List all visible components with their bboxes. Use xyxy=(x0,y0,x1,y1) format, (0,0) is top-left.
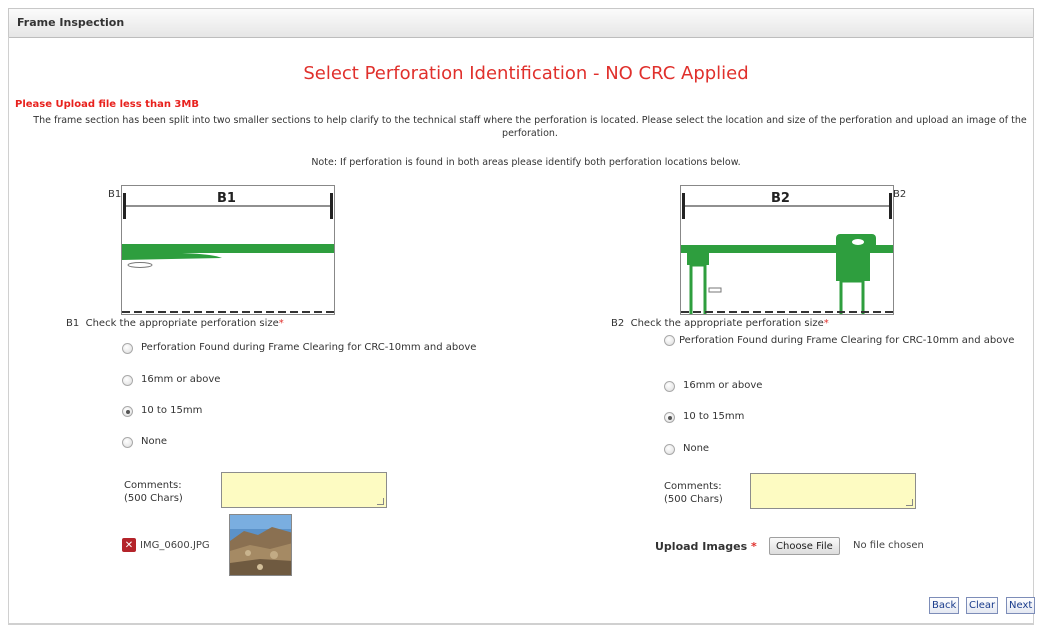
b1-option-16mm-label: 16mm or above xyxy=(141,374,221,385)
b2-frame-drawing: B2 xyxy=(681,191,893,314)
b1-required-marker: * xyxy=(278,318,284,329)
b2-comments-textarea[interactable] xyxy=(750,473,916,509)
b1-diagram-label: B1 xyxy=(217,191,236,206)
b2-frame-diagram: B2 xyxy=(680,185,894,315)
b1-frame-drawing: B1 xyxy=(122,191,334,313)
b2-size-prompt: B2 Check the appropriate perforation siz… xyxy=(611,318,829,329)
b2-option-16mm-label: 16mm or above xyxy=(683,380,763,391)
b2-required-marker: * xyxy=(823,318,829,329)
radio-button[interactable] xyxy=(664,444,675,455)
instructions-text: The frame section has been split into tw… xyxy=(33,115,1027,139)
no-file-chosen-text: No file chosen xyxy=(853,540,924,551)
panel-title: Frame Inspection xyxy=(17,16,125,29)
radio-button-selected[interactable] xyxy=(122,406,133,417)
b1-prompt-prefix: B1 xyxy=(66,318,80,329)
radio-button[interactable] xyxy=(664,381,675,392)
b1-option-none[interactable]: None xyxy=(122,436,167,448)
choose-file-button[interactable]: Choose File xyxy=(769,537,840,555)
b2-option-10-15mm[interactable]: 10 to 15mm xyxy=(664,411,744,423)
b2-option-crc[interactable]: Perforation Found during Frame Clearing … xyxy=(664,334,1034,348)
b1-option-10-15mm[interactable]: 10 to 15mm xyxy=(122,405,202,417)
b2-option-10-15mm-label: 10 to 15mm xyxy=(683,411,745,422)
note-text: Note: If perforation is found in both ar… xyxy=(311,157,741,168)
b1-option-16mm[interactable]: 16mm or above xyxy=(122,374,220,386)
radio-button[interactable] xyxy=(664,335,675,346)
b1-option-10-15mm-label: 10 to 15mm xyxy=(141,405,203,416)
b1-comments-limit: (500 Chars) xyxy=(124,493,183,504)
b2-upload-images-label: Upload Images * xyxy=(655,540,757,553)
b2-option-crc-label: Perforation Found during Frame Clearing … xyxy=(679,335,1015,346)
b2-option-16mm[interactable]: 16mm or above xyxy=(664,380,762,392)
b1-option-crc-label: Perforation Found during Frame Clearing … xyxy=(141,342,477,353)
b1-size-prompt: B1 Check the appropriate perforation siz… xyxy=(66,318,284,329)
b1-corner-label: B1 xyxy=(108,189,122,200)
upload-images-text: Upload Images xyxy=(655,540,748,553)
b2-corner-label: B2 xyxy=(893,189,907,200)
thumbnail-image xyxy=(230,515,291,575)
clear-button[interactable]: Clear xyxy=(966,597,999,614)
b2-prompt-text: Check the appropriate perforation size xyxy=(630,318,824,329)
panel-header: Frame Inspection xyxy=(8,8,1034,38)
delete-file-icon[interactable]: ✕ xyxy=(122,538,136,552)
b2-option-none[interactable]: None xyxy=(664,443,709,455)
panel-bottom-border xyxy=(8,624,1034,625)
b1-comments-textarea[interactable] xyxy=(221,472,387,508)
back-button[interactable]: Back xyxy=(929,597,960,614)
radio-button[interactable] xyxy=(122,437,133,448)
upload-required-marker: * xyxy=(750,540,757,553)
b1-uploaded-image-thumbnail[interactable] xyxy=(229,514,292,576)
b1-prompt-text: Check the appropriate perforation size xyxy=(85,318,279,329)
upload-size-warning: Please Upload file less than 3MB xyxy=(15,99,199,110)
b2-comments-label: Comments: (500 Chars) xyxy=(664,480,723,506)
b1-uploaded-file: ✕ IMG_0600.JPG xyxy=(122,538,210,552)
page-title: Select Perforation Identification - NO C… xyxy=(303,63,749,84)
b2-prompt-prefix: B2 xyxy=(611,318,625,329)
b1-comments-title: Comments: xyxy=(124,480,182,491)
radio-button-selected[interactable] xyxy=(664,412,675,423)
b1-option-none-label: None xyxy=(141,436,168,447)
radio-button[interactable] xyxy=(122,343,133,354)
b2-comments-limit: (500 Chars) xyxy=(664,494,723,505)
b2-comments-title: Comments: xyxy=(664,481,722,492)
b2-option-none-label: None xyxy=(683,443,710,454)
b1-comments-label: Comments: (500 Chars) xyxy=(124,479,183,505)
b1-option-crc[interactable]: Perforation Found during Frame Clearing … xyxy=(122,342,476,354)
next-button[interactable]: Next xyxy=(1006,597,1036,614)
b1-uploaded-filename: IMG_0600.JPG xyxy=(140,539,210,551)
b2-diagram-label: B2 xyxy=(771,191,790,206)
radio-button[interactable] xyxy=(122,375,133,386)
b1-frame-diagram: B1 xyxy=(121,185,335,315)
